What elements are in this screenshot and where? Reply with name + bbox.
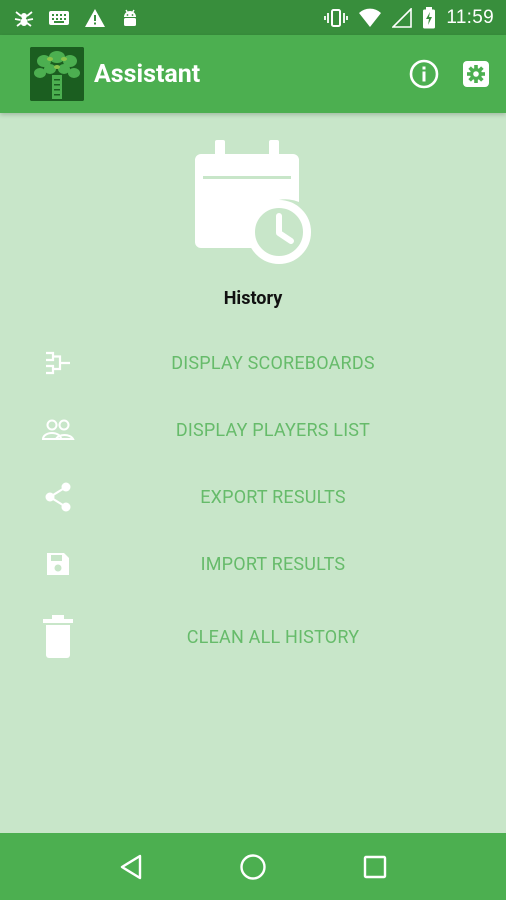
- import-results-label: IMPORT RESULTS: [200, 553, 346, 575]
- clean-all-history-label: CLEAN ALL HISTORY: [186, 626, 360, 648]
- app-title: Assistant: [94, 59, 201, 89]
- navigation-bar: [0, 833, 506, 900]
- share-icon: [36, 475, 80, 519]
- people-icon: [36, 408, 80, 452]
- bracket-icon: [36, 341, 80, 385]
- home-button[interactable]: [223, 837, 283, 897]
- display-scoreboards-item[interactable]: DISPLAY SCOREBOARDS: [0, 335, 506, 391]
- back-icon: [120, 854, 142, 879]
- app-logo: [30, 47, 84, 101]
- import-results-item[interactable]: IMPORT RESULTS: [0, 536, 506, 592]
- signal-icon: [392, 7, 413, 28]
- save-icon: [36, 542, 80, 586]
- recents-button[interactable]: [345, 837, 405, 897]
- appbar-actions: [408, 58, 492, 90]
- history-header: History: [0, 140, 506, 309]
- clean-all-history-item[interactable]: CLEAN ALL HISTORY: [0, 609, 506, 665]
- display-players-list-item[interactable]: DISPLAY PLAYERS LIST: [0, 402, 506, 458]
- android-icon: [120, 8, 140, 28]
- info-button[interactable]: [408, 58, 440, 90]
- back-button[interactable]: [101, 837, 161, 897]
- tree-logo-icon: [30, 47, 84, 101]
- keyboard-icon: [48, 9, 70, 27]
- settings-icon: [463, 61, 489, 87]
- calendar-clock-icon: [195, 140, 311, 264]
- vibrate-icon: [324, 8, 349, 28]
- app-bar: Assistant: [0, 35, 506, 113]
- spider-icon: [14, 8, 34, 28]
- status-system: 11:59: [324, 6, 494, 29]
- info-icon: [409, 59, 439, 89]
- display-players-list-label: DISPLAY PLAYERS LIST: [175, 419, 371, 441]
- wifi-icon: [358, 8, 382, 28]
- status-bar: 11:59: [0, 0, 506, 35]
- export-results-item[interactable]: EXPORT RESULTS: [0, 469, 506, 525]
- settings-button[interactable]: [460, 58, 492, 90]
- recents-icon: [363, 855, 387, 878]
- history-title: History: [223, 288, 283, 309]
- battery-charging-icon: [422, 6, 436, 29]
- export-results-label: EXPORT RESULTS: [200, 486, 346, 508]
- status-time: 11:59: [446, 6, 494, 28]
- display-scoreboards-label: DISPLAY SCOREBOARDS: [171, 352, 375, 374]
- warning-icon: [84, 8, 106, 28]
- status-notifications: [14, 8, 140, 28]
- trash-icon: [36, 615, 80, 659]
- home-icon: [240, 853, 266, 880]
